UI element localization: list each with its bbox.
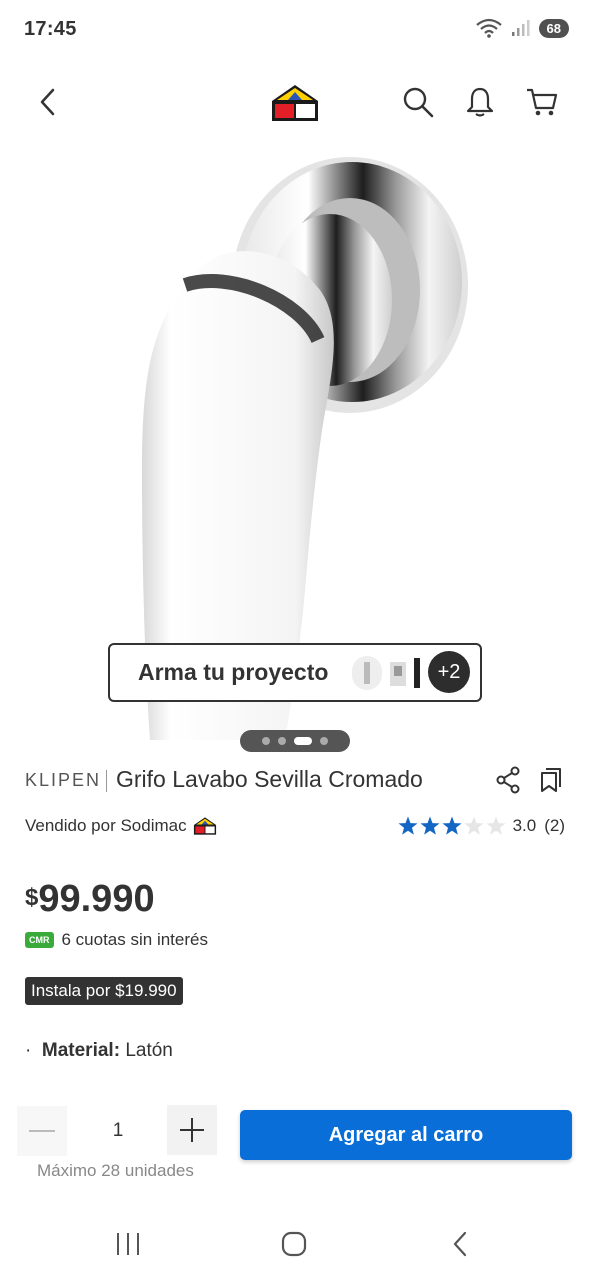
back-button[interactable] — [26, 80, 70, 124]
star-filled-icon — [420, 816, 440, 835]
brand-divider — [106, 770, 107, 792]
add-to-cart-button[interactable]: Agregar al carro — [240, 1110, 572, 1160]
bell-icon — [466, 87, 494, 117]
status-icons: 68 — [475, 18, 569, 38]
recent-apps-button[interactable] — [98, 1220, 158, 1268]
save-list-button[interactable] — [535, 764, 567, 796]
rating-count: (2) — [544, 816, 565, 835]
arma-tu-proyecto-button[interactable]: Arma tu proyecto +2 — [108, 643, 482, 702]
product-title: Grifo Lavabo Sevilla Cromado — [116, 766, 423, 792]
material-spec: · Material: Latón — [25, 1040, 173, 1062]
home-button[interactable] — [264, 1220, 324, 1268]
seller-info: Vendido por Sodimac — [25, 816, 218, 836]
more-items-badge: +2 — [428, 651, 470, 693]
material-label: Material: — [41, 1040, 121, 1061]
status-time: 17:45 — [24, 18, 77, 40]
carousel-dot-active[interactable] — [294, 737, 312, 745]
rating[interactable]: 3.0 (2) — [397, 815, 565, 837]
signal-icon — [511, 20, 530, 36]
rating-value: 3.0 — [512, 816, 537, 835]
bullet: · — [25, 1040, 42, 1061]
share-icon — [496, 766, 520, 794]
installments-row: CMR 6 cuotas sin interés — [25, 930, 208, 950]
sodimac-logo[interactable] — [268, 83, 322, 123]
plus-icon — [180, 1118, 204, 1142]
notifications-button[interactable] — [458, 80, 502, 124]
quantity-decrease-button[interactable] — [17, 1106, 67, 1156]
price: $99.990 — [25, 878, 155, 921]
carousel-dot[interactable] — [320, 737, 328, 745]
carousel-indicator[interactable] — [240, 730, 350, 752]
brand-name[interactable]: KLIPEN — [25, 770, 101, 791]
recent-apps-icon — [117, 1233, 139, 1255]
price-amount: 99.990 — [38, 878, 155, 920]
battery-icon: 68 — [538, 18, 569, 38]
cart-button[interactable] — [520, 80, 564, 124]
price-currency: $ — [25, 884, 39, 911]
seller-label: Vendido por Sodimac — [25, 816, 187, 835]
star-rating-icons — [398, 816, 506, 835]
search-icon — [403, 87, 434, 118]
share-button[interactable] — [492, 764, 524, 796]
search-button[interactable] — [396, 80, 440, 124]
star-filled-icon — [442, 816, 462, 835]
minus-icon — [29, 1130, 55, 1132]
back-icon — [40, 88, 55, 116]
material-value: Latón — [125, 1040, 173, 1061]
nav-back-button[interactable] — [430, 1220, 490, 1268]
bookmark-icon — [541, 768, 561, 792]
install-offer-badge[interactable]: Instala por $19.990 — [25, 977, 183, 1005]
installments-text: 6 cuotas sin interés — [61, 930, 208, 949]
star-empty-icon — [486, 816, 506, 835]
home-icon — [281, 1231, 307, 1257]
cmr-badge: CMR — [25, 932, 54, 948]
star-empty-icon — [464, 816, 484, 835]
nav-back-icon — [453, 1231, 467, 1257]
sodimac-mini-logo — [193, 817, 216, 835]
quantity-increase-button[interactable] — [167, 1105, 217, 1155]
wifi-icon — [475, 18, 502, 38]
quantity-value[interactable]: 1 — [100, 1120, 136, 1142]
carousel-dot[interactable] — [262, 737, 270, 745]
quantity-max-label: Máximo 28 unidades — [37, 1161, 194, 1180]
cart-icon — [527, 88, 558, 116]
carousel-dot[interactable] — [278, 737, 286, 745]
arma-label: Arma tu proyecto — [138, 659, 329, 685]
star-filled-icon — [398, 816, 418, 835]
